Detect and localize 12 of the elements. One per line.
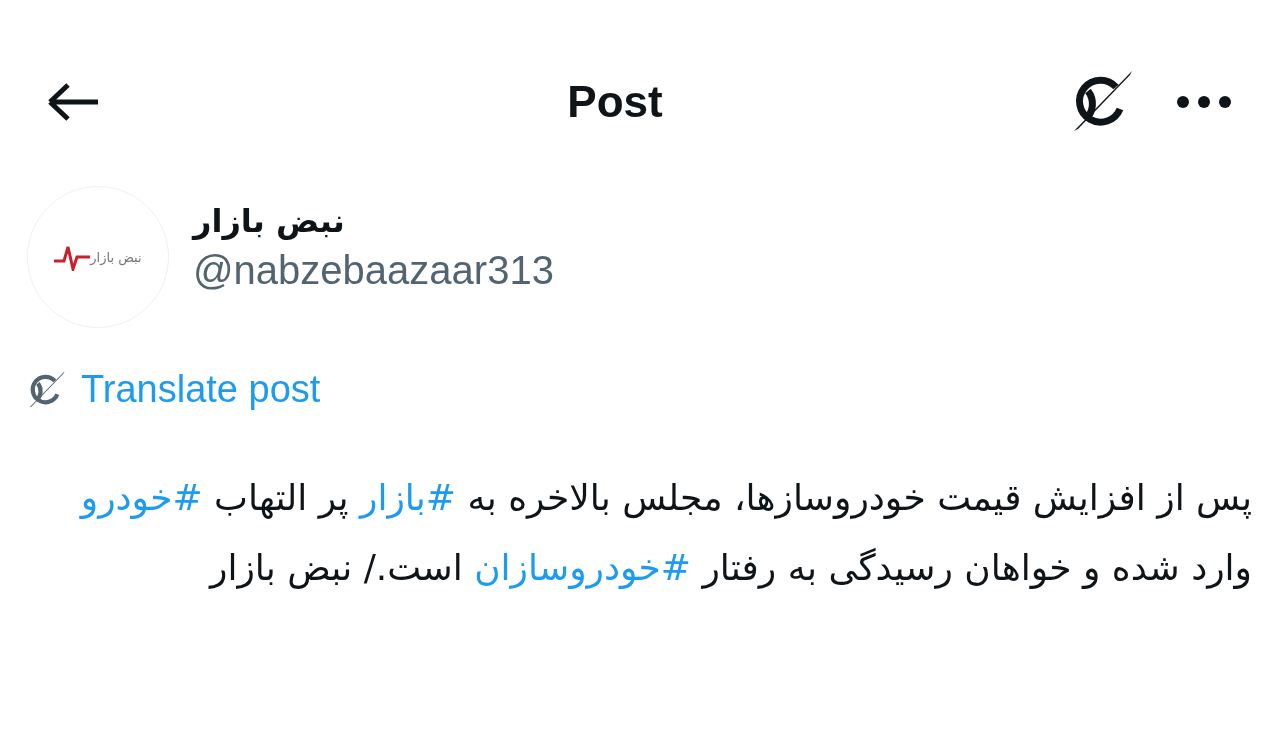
more-icon[interactable] [1176, 94, 1232, 110]
hashtag-link[interactable]: #بازار [360, 477, 456, 518]
translate-link[interactable]: Translate post [81, 368, 321, 411]
hashtag-link[interactable]: #خودروسازان [474, 547, 691, 588]
author-name[interactable]: نبض بازار [193, 201, 345, 240]
post-text: پس از افزایش قیمت خودروسازها، مجلس بالاخره به #بازار پر التهاب #خودرو وارد شده و خواهان رسیدگی به رفتار #خودروسازان است./ نبض بازار [79, 476, 1253, 591]
avatar[interactable]: نبض بازار [27, 186, 169, 328]
page-title: Post [566, 77, 664, 127]
author-handle[interactable]: @nabzebaazaar313 [193, 247, 554, 293]
hashtag-link[interactable]: #خودرو [80, 477, 203, 518]
back-icon[interactable] [46, 82, 100, 122]
logo-text: نبض بازار [90, 249, 142, 265]
